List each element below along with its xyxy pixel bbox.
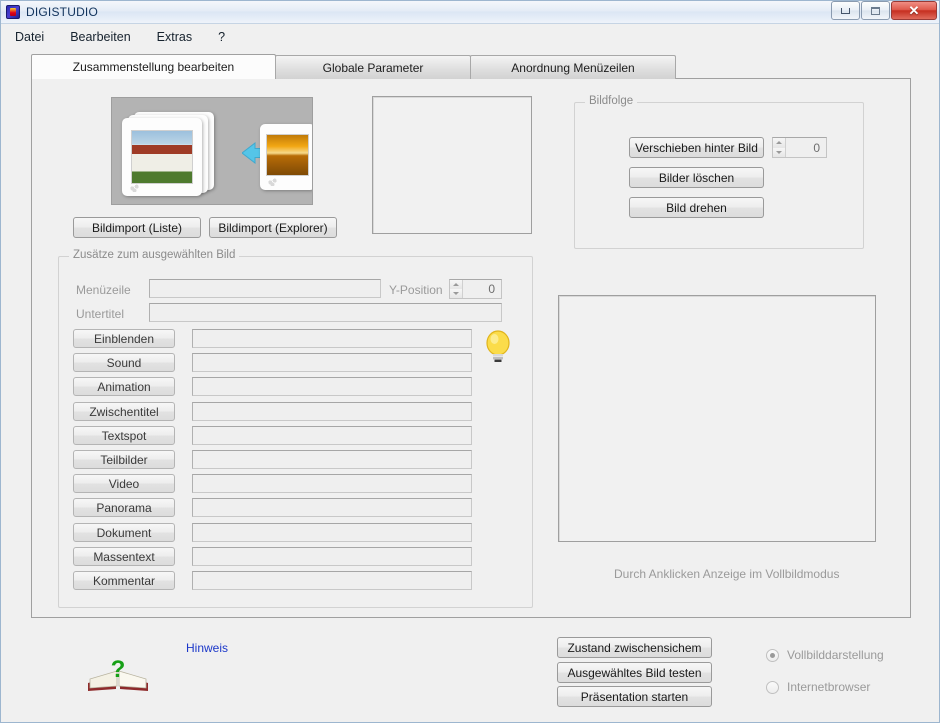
import-illustration [111, 97, 313, 205]
card-corner-mark [129, 183, 140, 192]
maximize-button[interactable] [861, 1, 890, 20]
bild-drehen-button[interactable]: Bild drehen [629, 197, 764, 218]
radio-vollbilddarstellung-label: Vollbilddarstellung [787, 648, 884, 662]
chevron-up-icon [776, 141, 782, 145]
bildfolge-group-title: Bildfolge [585, 95, 638, 107]
tab-anordnung-menuezeilen[interactable]: Anordnung Menüzeilen [470, 55, 676, 79]
yposition-spinner-up-button[interactable] [450, 280, 462, 289]
zusaetze-field-9[interactable] [192, 547, 472, 566]
zusaetze-field-2[interactable] [192, 377, 472, 396]
minimize-icon [841, 7, 850, 14]
menuezeile-input[interactable] [149, 279, 381, 298]
zusaetze-button-9[interactable]: Massentext [73, 547, 175, 566]
zusaetze-field-5[interactable] [192, 450, 472, 469]
zusaetze-field-8[interactable] [192, 523, 472, 542]
zusaetze-button-4[interactable]: Textspot [73, 426, 175, 445]
zusaetze-field-1[interactable] [192, 353, 472, 372]
praesentation-starten-button[interactable]: Präsentation starten [557, 686, 712, 707]
house-photo-thumbnail [131, 130, 193, 184]
image-preview-box[interactable] [558, 295, 876, 542]
zusaetze-field-3[interactable] [192, 402, 472, 421]
window-controls: ✕ [830, 1, 937, 21]
photo-card-front [122, 118, 202, 196]
tab-zusammenstellung-bearbeiten[interactable]: Zusammenstellung bearbeiten [31, 54, 276, 79]
app-logo-icon [6, 5, 20, 19]
zusaetze-button-3[interactable]: Zwischentitel [73, 402, 175, 421]
image-list-box[interactable] [372, 96, 532, 234]
untertitel-input[interactable] [149, 303, 502, 322]
spinner-up-button[interactable] [773, 138, 785, 148]
menuezeile-label: Menüzeile [76, 283, 131, 297]
zusaetze-button-6[interactable]: Video [73, 474, 175, 493]
zusaetze-button-5[interactable]: Teilbilder [73, 450, 175, 469]
chevron-up-icon [453, 283, 459, 286]
chevron-down-icon [776, 150, 782, 154]
zusaetze-field-7[interactable] [192, 498, 472, 517]
card-corner-mark-source [267, 177, 278, 186]
zusaetze-button-8[interactable]: Dokument [73, 523, 175, 542]
zusaetze-field-6[interactable] [192, 474, 472, 493]
lightbulb-icon [486, 330, 510, 362]
menu-item-extras[interactable]: Extras [157, 30, 192, 44]
title-bar: DIGISTUDIO ✕ [1, 1, 939, 24]
zusaetze-button-7[interactable]: Panorama [73, 498, 175, 517]
close-icon: ✕ [908, 3, 920, 18]
tab-strip: Zusammenstellung bearbeiten Globale Para… [31, 54, 911, 79]
yposition-spinner-buttons[interactable] [450, 280, 463, 298]
untertitel-label: Untertitel [76, 307, 125, 321]
window-title: DIGISTUDIO [26, 5, 99, 19]
zusaetze-group-title: Zusätze zum ausgewählten Bild [69, 249, 240, 261]
spinner-down-button[interactable] [773, 147, 785, 157]
application-window: DIGISTUDIO ✕ Datei Bearbeiten Extras ? Z… [0, 0, 940, 723]
radio-vollbilddarstellung[interactable]: Vollbilddarstellung [766, 648, 884, 662]
spinner-buttons[interactable] [773, 138, 786, 157]
zusaetze-button-0[interactable]: Einblenden [73, 329, 175, 348]
zusaetze-field-10[interactable] [192, 571, 472, 590]
radio-internetbrowser-label: Internetbrowser [787, 680, 871, 694]
radio-internetbrowser[interactable]: Internetbrowser [766, 680, 870, 694]
tab-globale-parameter[interactable]: Globale Parameter [275, 55, 471, 79]
chevron-down-icon [453, 292, 459, 295]
verschieben-hinter-bild-button[interactable]: Verschieben hinter Bild [629, 137, 764, 158]
menu-item-bearbeiten[interactable]: Bearbeiten [70, 30, 130, 44]
bildfolge-position-spinner[interactable]: 0 [772, 137, 827, 158]
zusaetze-button-2[interactable]: Animation [73, 377, 175, 396]
zustand-zwischensichern-button[interactable]: Zustand zwischensichem [557, 637, 712, 658]
yposition-spinner-value: 0 [488, 282, 495, 296]
ausgewaehltes-bild-testen-button[interactable]: Ausgewähltes Bild testen [557, 662, 712, 683]
bildimport-liste-button[interactable]: Bildimport (Liste) [73, 217, 201, 238]
radio-vollbilddarstellung-indicator[interactable] [766, 648, 779, 662]
bilder-loeschen-button[interactable]: Bilder löschen [629, 167, 764, 188]
zusaetze-field-4[interactable] [192, 426, 472, 445]
bildimport-explorer-button[interactable]: Bildimport (Explorer) [209, 217, 337, 238]
svg-text:?: ? [111, 656, 126, 683]
yposition-spinner-down-button[interactable] [450, 289, 462, 298]
yposition-spinner[interactable]: 0 [449, 279, 502, 299]
bildfolge-spinner-value: 0 [813, 140, 820, 155]
menu-item-help[interactable]: ? [218, 30, 225, 44]
yposition-label: Y-Position [389, 283, 443, 297]
zusaetze-button-10[interactable]: Kommentar [73, 571, 175, 590]
zusaetze-field-0[interactable] [192, 329, 472, 348]
maximize-icon [871, 6, 880, 15]
preview-caption: Durch Anklicken Anzeige im Vollbildmodus [614, 567, 840, 581]
sunset-photo-thumbnail [266, 134, 309, 176]
minimize-button[interactable] [831, 1, 860, 20]
radio-internetbrowser-indicator[interactable] [766, 680, 779, 694]
photo-card-source [260, 124, 312, 190]
hinweis-link[interactable]: Hinweis [186, 641, 228, 655]
close-button[interactable]: ✕ [891, 1, 937, 20]
zusaetze-button-1[interactable]: Sound [73, 353, 175, 372]
menu-item-datei[interactable]: Datei [15, 30, 44, 44]
help-book-icon[interactable]: ? [86, 653, 150, 693]
menu-bar: Datei Bearbeiten Extras ? [1, 24, 939, 49]
